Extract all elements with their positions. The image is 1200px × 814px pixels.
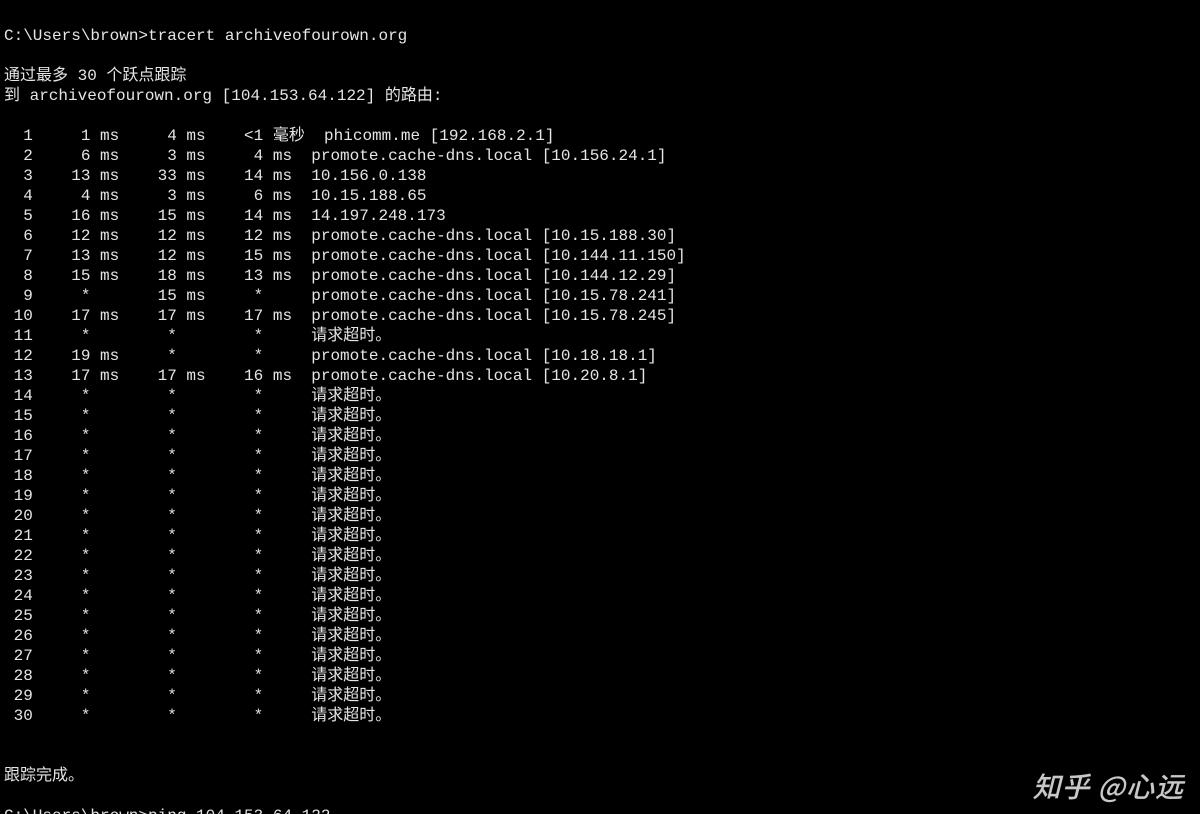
trace-header-1: 通过最多 30 个跃点跟踪 (4, 67, 186, 85)
prompt-line-2: C:\Users\brown>ping 104.153.64.122 (4, 807, 330, 814)
prompt-path: C:\Users\brown> (4, 807, 148, 814)
trace-header-2: 到 archiveofourown.org [104.153.64.122] 的… (4, 87, 442, 105)
terminal-output[interactable]: C:\Users\brown>tracert archiveofourown.o… (0, 0, 1200, 814)
command-ping: ping 104.153.64.122 (148, 807, 330, 814)
trace-complete: 跟踪完成。 (4, 767, 84, 785)
prompt-line-1: C:\Users\brown>tracert archiveofourown.o… (4, 27, 407, 45)
command-tracert: tracert archiveofourown.org (148, 27, 407, 45)
prompt-path: C:\Users\brown> (4, 27, 148, 45)
hop-list: 1 1 ms 4 ms <1 毫秒 phicomm.me [192.168.2.… (4, 126, 1196, 726)
